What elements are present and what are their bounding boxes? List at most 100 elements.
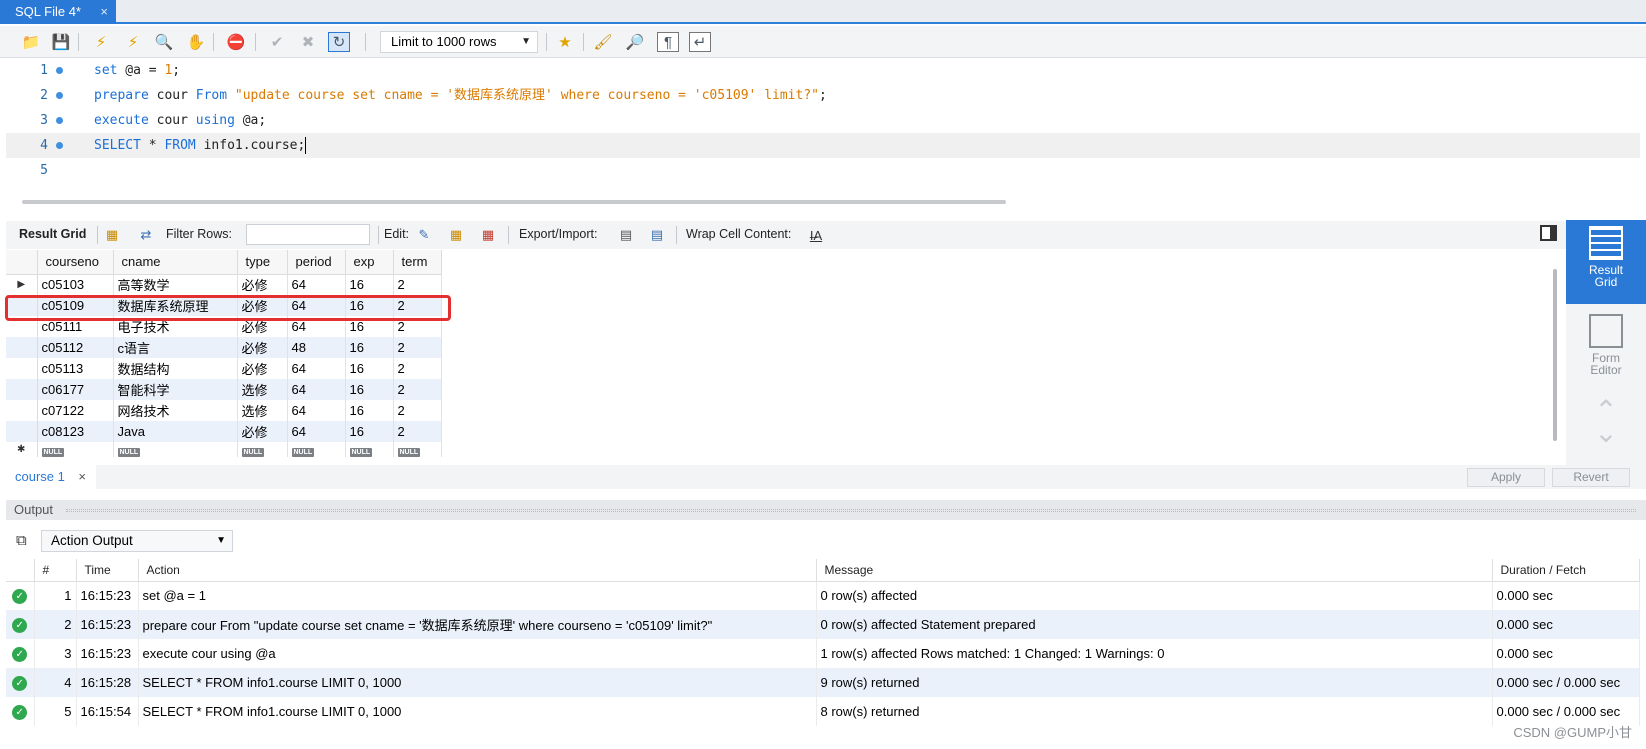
form-editor-view-button[interactable]: Form Editor	[1566, 308, 1646, 388]
column-header[interactable]: Duration / Fetch	[1492, 559, 1640, 582]
cell-cname[interactable]: 高等数学	[113, 274, 238, 295]
cell-type[interactable]: 选修	[237, 379, 288, 400]
delete-row-icon[interactable]: ▦	[478, 226, 498, 244]
column-header[interactable]: period	[287, 250, 346, 275]
column-header[interactable]: exp	[345, 250, 394, 275]
output-row[interactable]: ✓ 2 16:15:23 prepare cour From "update c…	[6, 610, 1640, 639]
cell-type[interactable]: 必修	[237, 337, 288, 358]
column-header[interactable]: term	[393, 250, 442, 275]
cell-period[interactable]: 64	[287, 358, 346, 379]
cell-type[interactable]: 必修	[237, 358, 288, 379]
rollback-icon[interactable]: ✖	[297, 32, 319, 52]
table-row[interactable]: c08123 Java 必修 64 16 2	[6, 421, 442, 442]
import-icon[interactable]: ▤	[647, 226, 667, 244]
cell-type[interactable]: 必修	[237, 295, 288, 316]
cell-courseno[interactable]: c07122	[37, 400, 114, 421]
cell-null[interactable]: NULL	[237, 442, 288, 457]
cell-cname[interactable]: 智能科学	[113, 379, 238, 400]
cell-courseno[interactable]: c05112	[37, 337, 114, 358]
code-line-2[interactable]: 2 prepare cour From "update course set c…	[6, 83, 1640, 108]
cell-courseno[interactable]: c05113	[37, 358, 114, 379]
apply-button[interactable]: Apply	[1467, 468, 1545, 487]
find-icon[interactable]: 🔎	[624, 32, 646, 52]
table-row[interactable]: c07122 网络技术 选修 64 16 2	[6, 400, 442, 421]
edit-row-icon[interactable]: ✎	[414, 226, 434, 244]
cell-term[interactable]: 2	[393, 295, 442, 316]
commit-icon[interactable]: ✔	[266, 32, 288, 52]
more-views-chevron-icon[interactable]: ⌃ ⌄	[1566, 397, 1646, 450]
column-header[interactable]: type	[237, 250, 288, 275]
cell-cname[interactable]: Java	[113, 421, 238, 442]
grid-vertical-scrollbar[interactable]	[1553, 269, 1557, 441]
cell-exp[interactable]: 16	[345, 316, 394, 337]
grid-layout-icon[interactable]: ▦	[102, 226, 122, 244]
cell-courseno[interactable]: c05103	[37, 274, 114, 295]
cell-period[interactable]: 64	[287, 379, 346, 400]
code-line-4[interactable]: 4 SELECT * FROM info1.course;	[6, 133, 1640, 158]
cell-exp[interactable]: 16	[345, 379, 394, 400]
cell-period[interactable]: 64	[287, 400, 346, 421]
cell-exp[interactable]: 16	[345, 337, 394, 358]
cell-cname[interactable]: 数据结构	[113, 358, 238, 379]
bookmark-icon[interactable]: ★	[554, 32, 576, 52]
table-row[interactable]: c05112 c语言 必修 48 16 2	[6, 337, 442, 358]
table-row[interactable]: c05109 数据库系统原理 必修 64 16 2	[6, 295, 442, 316]
cell-cname[interactable]: 电子技术	[113, 316, 238, 337]
cell-term[interactable]: 2	[393, 421, 442, 442]
table-row[interactable]: c05113 数据结构 必修 64 16 2	[6, 358, 442, 379]
column-header[interactable]: Action	[138, 559, 817, 582]
cell-type[interactable]: 必修	[237, 316, 288, 337]
open-folder-icon[interactable]: 📁	[20, 32, 42, 52]
save-icon[interactable]: 💾	[50, 32, 72, 52]
stop-icon[interactable]: ✋	[185, 32, 207, 52]
cell-term[interactable]: 2	[393, 358, 442, 379]
cell-courseno[interactable]: c08123	[37, 421, 114, 442]
column-header[interactable]: Time	[76, 559, 139, 582]
cell-period[interactable]: 64	[287, 295, 346, 316]
cell-type[interactable]: 选修	[237, 400, 288, 421]
cell-cname[interactable]: 数据库系统原理	[113, 295, 238, 316]
add-row-icon[interactable]: ▦	[446, 226, 466, 244]
output-type-select[interactable]: Action Output ▼	[41, 530, 233, 552]
code-line-5[interactable]: 5	[6, 158, 1640, 183]
cell-null[interactable]: NULL	[113, 442, 238, 457]
table-row[interactable]: ▶ c05103 高等数学 必修 64 16 2	[6, 274, 442, 295]
cell-exp[interactable]: 16	[345, 358, 394, 379]
limit-rows-select[interactable]: Limit to 1000 rows ▼	[380, 31, 538, 53]
result-tab-course-1[interactable]: course 1 ×	[6, 465, 96, 489]
execute-icon[interactable]: ⚡	[90, 32, 112, 52]
output-row[interactable]: ✓ 3 16:15:23 execute cour using @a 1 row…	[6, 639, 1640, 668]
output-row[interactable]: ✓ 4 16:15:28 SELECT * FROM info1.course …	[6, 668, 1640, 697]
output-row[interactable]: ✓ 1 16:15:23 set @a = 1 0 row(s) affecte…	[6, 581, 1640, 610]
cell-term[interactable]: 2	[393, 274, 442, 295]
new-row[interactable]: ✱ NULL NULL NULL NULL NULL NULL	[6, 442, 442, 457]
revert-button[interactable]: Revert	[1552, 468, 1630, 487]
cell-type[interactable]: 必修	[237, 274, 288, 295]
cell-cname[interactable]: 网络技术	[113, 400, 238, 421]
beautify-icon[interactable]: 🖌	[592, 32, 614, 52]
tab-close-icon[interactable]: ×	[100, 0, 108, 24]
autocommit-icon[interactable]: ↻	[328, 32, 350, 52]
cell-exp[interactable]: 16	[345, 400, 394, 421]
cell-term[interactable]: 2	[393, 400, 442, 421]
refresh-icon[interactable]: ⇄	[136, 226, 156, 244]
cell-term[interactable]: 2	[393, 316, 442, 337]
column-header[interactable]: Message	[816, 559, 1493, 582]
table-row[interactable]: c06177 智能科学 选修 64 16 2	[6, 379, 442, 400]
cell-cname[interactable]: c语言	[113, 337, 238, 358]
cell-null[interactable]: NULL	[37, 442, 114, 457]
wrap-icon[interactable]: ↵	[689, 32, 711, 52]
column-header[interactable]: courseno	[37, 250, 114, 275]
cell-courseno[interactable]: c06177	[37, 379, 114, 400]
filter-rows-input[interactable]	[246, 224, 370, 245]
cell-null[interactable]: NULL	[287, 442, 346, 457]
cell-courseno[interactable]: c05111	[37, 316, 114, 337]
code-line-3[interactable]: 3 execute cour using @a;	[6, 108, 1640, 133]
cell-period[interactable]: 48	[287, 337, 346, 358]
cell-exp[interactable]: 16	[345, 421, 394, 442]
close-icon[interactable]: ×	[78, 465, 86, 489]
cell-null[interactable]: NULL	[345, 442, 394, 457]
cell-courseno[interactable]: c05109	[37, 295, 114, 316]
table-row[interactable]: c05111 电子技术 必修 64 16 2	[6, 316, 442, 337]
copy-icon[interactable]: ⧉	[16, 532, 27, 549]
